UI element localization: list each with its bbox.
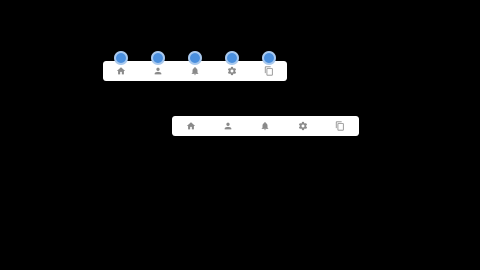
tab-marker [114, 51, 128, 65]
tab-marker [225, 51, 239, 65]
stage [0, 0, 480, 270]
tab-marker [151, 51, 165, 65]
gear-icon [298, 121, 308, 131]
person-icon [153, 66, 163, 76]
person-icon [223, 121, 233, 131]
copy-icon [264, 66, 274, 76]
tab-copy[interactable] [259, 51, 279, 81]
tab-home[interactable] [181, 116, 201, 136]
home-icon [186, 121, 196, 131]
gear-icon [227, 66, 237, 76]
tab-bar-bottom [172, 116, 359, 136]
tab-settings[interactable] [293, 116, 313, 136]
bell-icon [260, 121, 270, 131]
tab-marker [188, 51, 202, 65]
tab-bar-top [103, 51, 287, 81]
copy-icon [335, 121, 345, 131]
bell-icon [190, 66, 200, 76]
tab-marker [262, 51, 276, 65]
tab-copy[interactable] [330, 116, 350, 136]
tab-settings[interactable] [222, 51, 242, 81]
tab-notifications[interactable] [185, 51, 205, 81]
tab-profile[interactable] [218, 116, 238, 136]
tab-profile[interactable] [148, 51, 168, 81]
home-icon [116, 66, 126, 76]
tab-notifications[interactable] [255, 116, 275, 136]
tab-home[interactable] [111, 51, 131, 81]
